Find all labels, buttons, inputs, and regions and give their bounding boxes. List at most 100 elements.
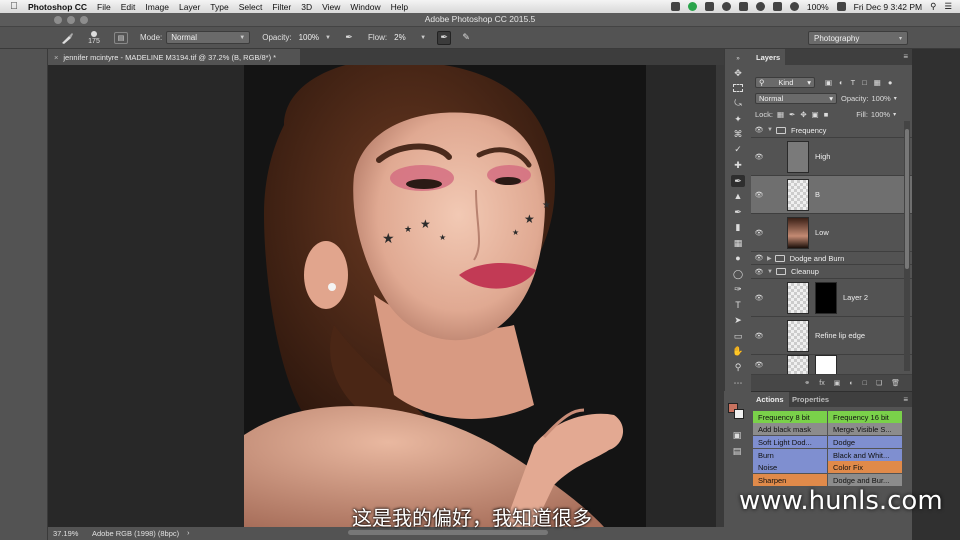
action-soft-light-dodge-button[interactable]: Soft Light Dod... xyxy=(753,436,827,448)
panel-collapse-icon[interactable]: » xyxy=(731,53,745,65)
menu-select[interactable]: Select xyxy=(239,2,263,12)
dropbox-icon[interactable] xyxy=(670,2,680,11)
action-merge-visible-button[interactable]: Merge Visible S... xyxy=(828,423,902,435)
layer-opacity-value[interactable]: 100% xyxy=(872,94,891,103)
menu-edit[interactable]: Edit xyxy=(121,2,136,12)
opacity-input[interactable]: 100% ▼ xyxy=(296,31,334,44)
lock-artboard-icon[interactable]: ▣ xyxy=(812,110,819,119)
menu-image[interactable]: Image xyxy=(145,2,169,12)
type-filter-icon[interactable]: T xyxy=(851,78,856,87)
document-tab[interactable]: × jennifer mcintyre - MADELINE M3194.tif… xyxy=(48,49,300,65)
visibility-eye-icon[interactable]: 👁 xyxy=(751,268,767,276)
new-group-icon[interactable]: □ xyxy=(863,380,867,387)
fx-icon[interactable]: fx xyxy=(819,380,824,387)
fill-value[interactable]: 100% xyxy=(871,110,890,119)
eraser-tool-icon[interactable]: ▮ xyxy=(731,221,745,233)
notification-icon[interactable]: ☰ xyxy=(944,1,952,12)
dodge-tool-icon[interactable]: ◯ xyxy=(731,268,745,280)
menu-extra-icon[interactable] xyxy=(704,2,714,11)
blend-mode-select[interactable]: Normal ▾ xyxy=(755,93,837,104)
background-color-swatch[interactable] xyxy=(734,409,744,419)
chevron-down-icon[interactable]: ▼ xyxy=(767,269,773,275)
action-add-black-mask-button[interactable]: Add black mask xyxy=(753,423,827,435)
action-frequency-8bit-button[interactable]: Frequency 8 bit xyxy=(753,411,827,423)
visibility-eye-icon[interactable]: 👁 xyxy=(751,229,767,237)
brush-tool-preset-icon[interactable] xyxy=(56,30,78,46)
pen-tool-icon[interactable]: ✑ xyxy=(731,283,745,295)
brush-size-picker[interactable]: 175 xyxy=(82,30,106,45)
quick-mask-icon[interactable]: ▣ xyxy=(730,429,744,441)
canvas-vertical-scrollbar[interactable] xyxy=(716,65,742,527)
screen-mode-icon[interactable]: ▤ xyxy=(730,445,744,457)
battery-percent[interactable]: 100% xyxy=(807,2,829,12)
canvas-area[interactable]: ★ ★ ★ ★ ★ ★ ★ xyxy=(48,65,716,527)
layer-group-frequency[interactable]: 👁 ▼ Frequency xyxy=(751,123,912,138)
move-tool-icon[interactable]: ✥ xyxy=(731,67,745,79)
adjustment-layer-icon[interactable]: ◐ xyxy=(849,380,853,387)
volume-icon[interactable] xyxy=(772,2,782,11)
link-layers-icon[interactable]: ⚭ xyxy=(804,379,810,387)
visibility-eye-icon[interactable]: 👁 xyxy=(751,332,767,340)
menu-type[interactable]: Type xyxy=(210,2,228,12)
smart-object-filter-icon[interactable]: ▦ xyxy=(874,78,881,87)
brush-panel-toggle-icon[interactable]: ▤ xyxy=(114,31,128,44)
action-noise-button[interactable]: Noise xyxy=(753,461,827,473)
airplay-icon[interactable] xyxy=(738,2,748,11)
lock-transparent-icon[interactable]: ▦ xyxy=(777,110,784,119)
lock-position-icon[interactable]: ✥ xyxy=(800,110,806,119)
layers-tab[interactable]: Layers xyxy=(751,49,786,65)
filter-toggle-icon[interactable]: ● xyxy=(888,78,893,87)
type-tool-icon[interactable]: T xyxy=(731,299,745,311)
scroll-thumb[interactable] xyxy=(905,129,909,269)
battery-icon[interactable] xyxy=(836,2,846,11)
bluetooth-icon[interactable] xyxy=(755,2,765,11)
menu-file[interactable]: File xyxy=(97,2,111,12)
apple-icon[interactable]:  xyxy=(0,1,28,12)
search-icon[interactable]: ⚲ xyxy=(930,1,936,12)
layer-mask-thumbnail[interactable] xyxy=(815,355,837,374)
blur-tool-icon[interactable]: ● xyxy=(731,252,745,264)
visibility-eye-icon[interactable]: 👁 xyxy=(751,361,767,369)
lock-all-icon[interactable]: ■ xyxy=(824,110,829,119)
pixel-filter-icon[interactable]: ▣ xyxy=(825,78,832,87)
adjustment-filter-icon[interactable]: ◐ xyxy=(839,78,844,87)
layer-high[interactable]: 👁 High xyxy=(751,138,912,176)
chevron-down-icon[interactable]: ▼ xyxy=(767,127,773,133)
zoom-tool-icon[interactable]: ⚲ xyxy=(731,361,745,373)
history-brush-tool-icon[interactable]: ✒ xyxy=(731,206,745,218)
more-tools-icon[interactable]: ⋯ xyxy=(731,377,745,389)
layer-group-dodge-burn[interactable]: 👁 ▶ Dodge and Burn xyxy=(751,252,912,265)
action-black-white-button[interactable]: Black and Whit... xyxy=(828,449,902,461)
actions-tab[interactable]: Actions xyxy=(751,392,789,407)
visibility-eye-icon[interactable]: 👁 xyxy=(751,126,767,134)
layer-b[interactable]: 👁 B xyxy=(751,176,912,214)
menu-help[interactable]: Help xyxy=(391,2,408,12)
action-frequency-16bit-button[interactable]: Frequency 16 bit xyxy=(828,411,902,423)
eyedropper-tool-icon[interactable]: ✓ xyxy=(731,143,745,155)
flow-input[interactable]: 2% ▼ xyxy=(391,31,429,44)
quick-select-tool-icon[interactable]: ✦ xyxy=(731,113,745,125)
visibility-eye-icon[interactable]: 👁 xyxy=(751,191,767,199)
rectangle-tool-icon[interactable]: ▭ xyxy=(731,330,745,342)
chevron-right-icon[interactable]: ▶ xyxy=(767,255,772,262)
menu-filter[interactable]: Filter xyxy=(272,2,291,12)
portrait-photo[interactable]: ★ ★ ★ ★ ★ ★ ★ xyxy=(244,65,646,527)
visibility-eye-icon[interactable]: 👁 xyxy=(751,294,767,302)
path-select-tool-icon[interactable]: ➤ xyxy=(731,314,745,326)
menu-view[interactable]: View xyxy=(322,2,340,12)
layer-refine-lip-edge[interactable]: 👁 Refine lip edge xyxy=(751,317,912,355)
panel-menu-icon[interactable]: ≡ xyxy=(903,395,908,404)
shape-filter-icon[interactable]: □ xyxy=(862,78,867,87)
properties-tab[interactable]: Properties xyxy=(787,392,834,407)
airbrush-icon[interactable]: ✒ xyxy=(437,30,452,45)
hand-tool-icon[interactable]: ✋ xyxy=(731,345,745,357)
visibility-eye-icon[interactable]: 👁 xyxy=(751,153,767,161)
healing-brush-tool-icon[interactable]: ✚ xyxy=(731,159,745,171)
workspace-select[interactable]: Photography ▾ xyxy=(808,31,908,45)
clone-stamp-tool-icon[interactable]: ▲ xyxy=(731,190,745,202)
action-burn-button[interactable]: Burn xyxy=(753,449,827,461)
close-tab-icon[interactable]: × xyxy=(54,53,58,62)
wifi-icon[interactable] xyxy=(789,2,799,11)
lasso-tool-icon[interactable]: ⤿ xyxy=(731,97,745,109)
action-color-fix-button[interactable]: Color Fix xyxy=(828,461,902,473)
